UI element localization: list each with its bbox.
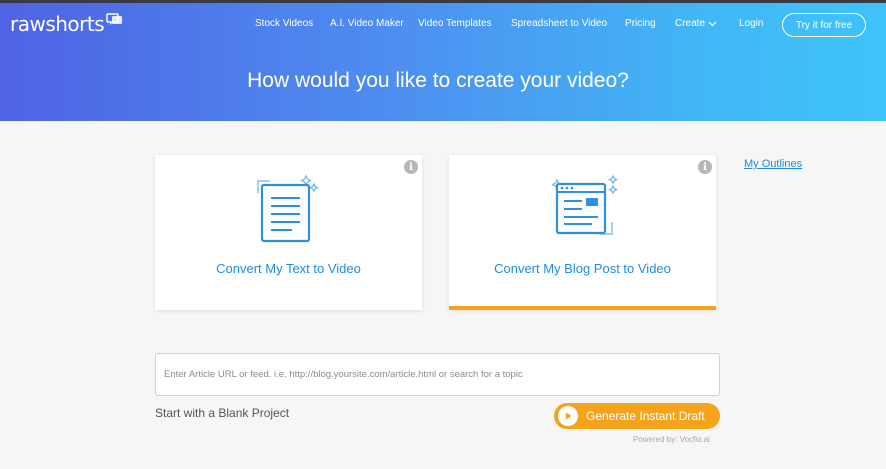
my-outlines-link[interactable]: My Outlines xyxy=(744,158,802,170)
blog-to-video-label: Convert My Blog Post to Video xyxy=(494,261,671,276)
webpage-icon xyxy=(551,174,618,235)
nav-create-dropdown[interactable]: Create xyxy=(675,18,717,29)
main-nav: Stock Videos A.I. Video Maker Video Temp… xyxy=(0,18,886,34)
page-title: How would you like to create your video? xyxy=(247,69,629,92)
generate-label: Generate Instant Draft xyxy=(586,409,705,423)
try-it-free-button[interactable]: Try it for free xyxy=(782,13,866,37)
blog-to-video-card[interactable]: i Convert My Blog Post to Video xyxy=(449,155,716,310)
nav-pricing[interactable]: Pricing xyxy=(625,18,656,29)
nav-create-label: Create xyxy=(675,18,706,29)
generate-instant-draft-button[interactable]: Generate Instant Draft xyxy=(554,403,720,429)
blank-project-link[interactable]: Start with a Blank Project xyxy=(155,406,289,420)
document-icon xyxy=(257,174,319,243)
chevron-down-icon xyxy=(708,21,717,26)
text-to-video-card[interactable]: i Convert My Text to Video xyxy=(155,155,422,310)
info-icon[interactable]: i xyxy=(404,160,418,174)
nav-video-templates[interactable]: Video Templates xyxy=(418,18,492,29)
text-to-video-label: Convert My Text to Video xyxy=(216,261,361,276)
hero-header: rawshorts Stock Videos A.I. Video Maker … xyxy=(0,3,886,121)
nav-stock-videos[interactable]: Stock Videos xyxy=(255,18,313,29)
nav-spreadsheet-to-video[interactable]: Spreadsheet to Video xyxy=(511,18,607,29)
play-icon xyxy=(558,406,578,426)
article-url-input[interactable] xyxy=(155,353,720,396)
nav-ai-video-maker[interactable]: A.I. Video Maker xyxy=(330,18,404,29)
powered-by-text: Powered by: Vocfio.ai xyxy=(633,435,710,444)
info-icon[interactable]: i xyxy=(698,160,712,174)
nav-login[interactable]: Login xyxy=(739,18,763,29)
